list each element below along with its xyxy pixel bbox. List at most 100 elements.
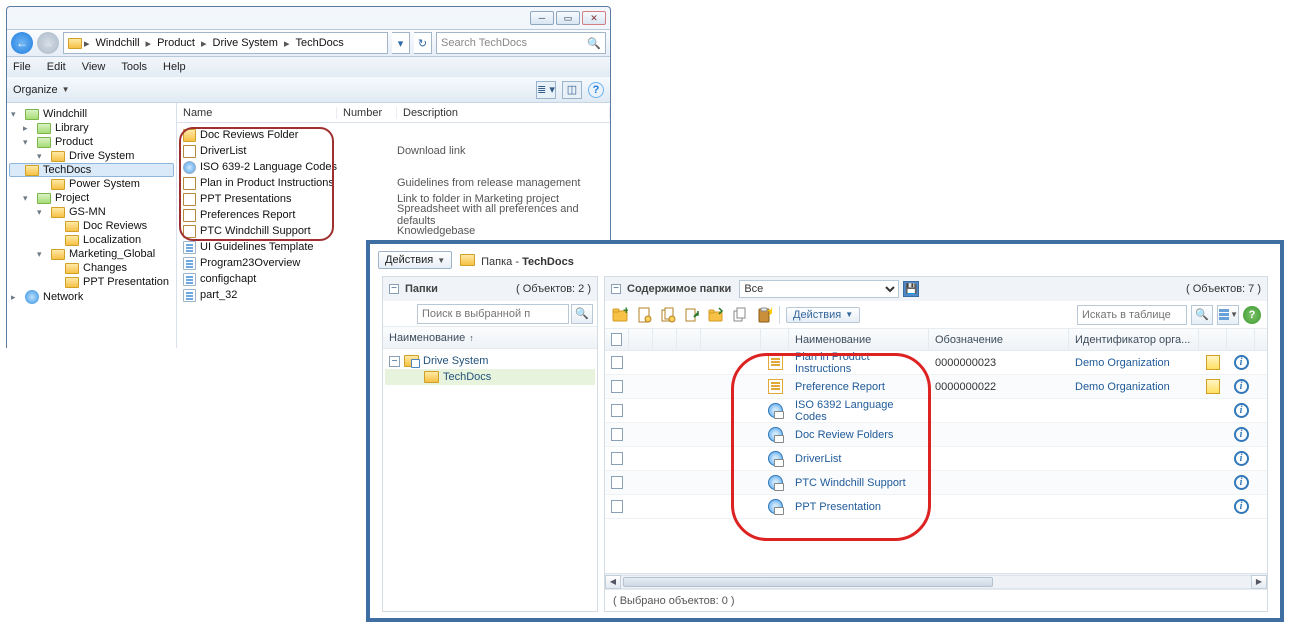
item-link[interactable]: Preference Report bbox=[795, 381, 885, 393]
filter-select[interactable]: Все bbox=[739, 280, 899, 298]
item-link[interactable]: DriverList bbox=[795, 453, 841, 465]
tree-node[interactable]: PPT Presentation bbox=[9, 275, 174, 289]
folder-search-input[interactable] bbox=[417, 304, 569, 324]
tree-node[interactable]: Doc Reviews bbox=[9, 219, 174, 233]
tree-node[interactable]: ▾Marketing_Global bbox=[9, 247, 174, 261]
folder-search-button[interactable]: 🔍 bbox=[571, 304, 593, 324]
tree-node[interactable]: Localization bbox=[9, 233, 174, 247]
menu-tools[interactable]: Tools bbox=[121, 61, 147, 73]
table-row[interactable]: DriverList i bbox=[605, 447, 1267, 471]
search-input[interactable]: Search TechDocs 🔍 bbox=[436, 32, 606, 54]
row-checkbox[interactable] bbox=[611, 476, 623, 489]
tree-node[interactable]: Power System bbox=[9, 177, 174, 191]
copy-icon[interactable] bbox=[731, 306, 749, 324]
table-row[interactable]: PTC Windchill Support i bbox=[605, 471, 1267, 495]
save-filter-button[interactable]: 💾 bbox=[903, 281, 919, 297]
tree-node[interactable]: TechDocs bbox=[9, 163, 174, 177]
item-link[interactable]: PPT Presentation bbox=[795, 501, 881, 513]
org-link[interactable]: Demo Organization bbox=[1075, 381, 1170, 393]
multi-doc-icon[interactable] bbox=[659, 306, 677, 324]
tree-node[interactable]: ▸Network bbox=[9, 289, 174, 305]
back-button[interactable]: ← bbox=[11, 32, 33, 54]
file-row[interactable]: Plan in Product InstructionsGuidelines f… bbox=[177, 175, 610, 191]
info-icon[interactable]: i bbox=[1234, 379, 1249, 394]
folder-tree-row[interactable]: −Drive System bbox=[385, 353, 595, 369]
col-name[interactable]: Name bbox=[177, 107, 337, 119]
row-checkbox[interactable] bbox=[611, 452, 623, 465]
forward-button[interactable]: → bbox=[37, 32, 59, 54]
item-link[interactable]: ISO 6392 Language Codes bbox=[795, 399, 923, 423]
table-row[interactable]: PPT Presentation i bbox=[605, 495, 1267, 519]
table-row[interactable]: Plan in Product Instructions0000000023De… bbox=[605, 351, 1267, 375]
table-search-input[interactable] bbox=[1077, 305, 1187, 325]
view-menu-button[interactable]: ▼ bbox=[1217, 305, 1239, 325]
help-button[interactable]: ? bbox=[588, 82, 604, 98]
tree-node[interactable]: Changes bbox=[9, 261, 174, 275]
actions-menu-2[interactable]: Действия ▼ bbox=[786, 307, 860, 323]
file-row[interactable]: Doc Reviews Folder bbox=[177, 127, 610, 143]
col-number[interactable]: Number bbox=[337, 107, 397, 119]
actions-menu[interactable]: Действия ▼ bbox=[378, 251, 452, 269]
crumb-3[interactable]: TechDocs bbox=[291, 37, 347, 49]
info-icon[interactable]: i bbox=[1234, 499, 1249, 514]
maximize-button[interactable]: ▭ bbox=[556, 11, 580, 25]
breadcrumb-dropdown[interactable]: ▾ bbox=[392, 32, 410, 54]
col-checkbox[interactable] bbox=[605, 329, 629, 350]
link-doc-icon[interactable] bbox=[683, 306, 701, 324]
folder-tree-row[interactable]: TechDocs bbox=[385, 369, 595, 385]
row-checkbox[interactable] bbox=[611, 356, 623, 369]
tree-node[interactable]: ▾Windchill bbox=[9, 107, 174, 121]
file-row[interactable]: Preferences ReportSpreadsheet with all p… bbox=[177, 207, 610, 223]
item-link[interactable]: Plan in Product Instructions bbox=[795, 351, 923, 375]
info-icon[interactable]: i bbox=[1234, 451, 1249, 466]
col-description[interactable]: Description bbox=[397, 107, 610, 119]
row-checkbox[interactable] bbox=[611, 500, 623, 513]
file-row[interactable]: PTC Windchill SupportKnowledgebase bbox=[177, 223, 610, 239]
row-checkbox[interactable] bbox=[611, 380, 623, 393]
collapse-button[interactable]: − bbox=[611, 284, 621, 294]
menu-help[interactable]: Help bbox=[163, 61, 186, 73]
col-organization[interactable]: Идентификатор орга... bbox=[1069, 329, 1199, 350]
new-folder-icon[interactable]: + bbox=[611, 306, 629, 324]
tree-node[interactable]: ▸Library bbox=[9, 121, 174, 135]
new-doc-icon[interactable] bbox=[635, 306, 653, 324]
horizontal-scrollbar[interactable]: ◀ ▶ bbox=[605, 573, 1267, 589]
table-row[interactable]: Doc Review Folders i bbox=[605, 423, 1267, 447]
crumb-0[interactable]: Windchill bbox=[92, 37, 144, 49]
scroll-left-button[interactable]: ◀ bbox=[605, 575, 621, 589]
paste-icon[interactable]: ★ bbox=[755, 306, 773, 324]
scroll-thumb[interactable] bbox=[623, 577, 993, 587]
col-name[interactable]: Наименование bbox=[789, 329, 929, 350]
organize-menu[interactable]: Organize ▼ bbox=[13, 84, 70, 96]
info-icon[interactable]: i bbox=[1234, 427, 1249, 442]
org-link[interactable]: Demo Organization bbox=[1075, 357, 1170, 369]
preview-pane-button[interactable]: ◫ bbox=[562, 81, 582, 99]
tree-node[interactable]: ▾Project bbox=[9, 191, 174, 205]
table-row[interactable]: ISO 6392 Language Codesi bbox=[605, 399, 1267, 423]
menu-view[interactable]: View bbox=[82, 61, 106, 73]
tree-node[interactable]: ▾GS-MN bbox=[9, 205, 174, 219]
add-folder-icon[interactable] bbox=[707, 306, 725, 324]
crumb-1[interactable]: Product bbox=[153, 37, 199, 49]
help-button[interactable]: ? bbox=[1243, 306, 1261, 324]
view-options-button[interactable]: ≣ ▾ bbox=[536, 81, 556, 99]
info-icon[interactable]: i bbox=[1234, 475, 1249, 490]
file-row[interactable]: DriverListDownload link bbox=[177, 143, 610, 159]
item-link[interactable]: PTC Windchill Support bbox=[795, 477, 906, 489]
table-search-button[interactable]: 🔍 bbox=[1191, 305, 1213, 325]
file-row[interactable]: ISO 639-2 Language Codes bbox=[177, 159, 610, 175]
toggle-button[interactable]: − bbox=[389, 356, 400, 367]
refresh-button[interactable]: ↻ bbox=[414, 32, 432, 54]
row-checkbox[interactable] bbox=[611, 428, 623, 441]
item-link[interactable]: Doc Review Folders bbox=[795, 429, 893, 441]
minimize-button[interactable]: ─ bbox=[530, 11, 554, 25]
info-icon[interactable]: i bbox=[1234, 355, 1249, 370]
tree-node[interactable]: ▾Product bbox=[9, 135, 174, 149]
col-designation[interactable]: Обозначение bbox=[929, 329, 1069, 350]
close-button[interactable]: ✕ bbox=[582, 11, 606, 25]
breadcrumb[interactable]: ▸ Windchill▸ Product▸ Drive System▸ Tech… bbox=[63, 32, 388, 54]
row-checkbox[interactable] bbox=[611, 404, 623, 417]
collapse-button[interactable]: − bbox=[389, 284, 399, 294]
folder-col-head[interactable]: Наименование ↑ bbox=[383, 327, 597, 349]
menu-edit[interactable]: Edit bbox=[47, 61, 66, 73]
